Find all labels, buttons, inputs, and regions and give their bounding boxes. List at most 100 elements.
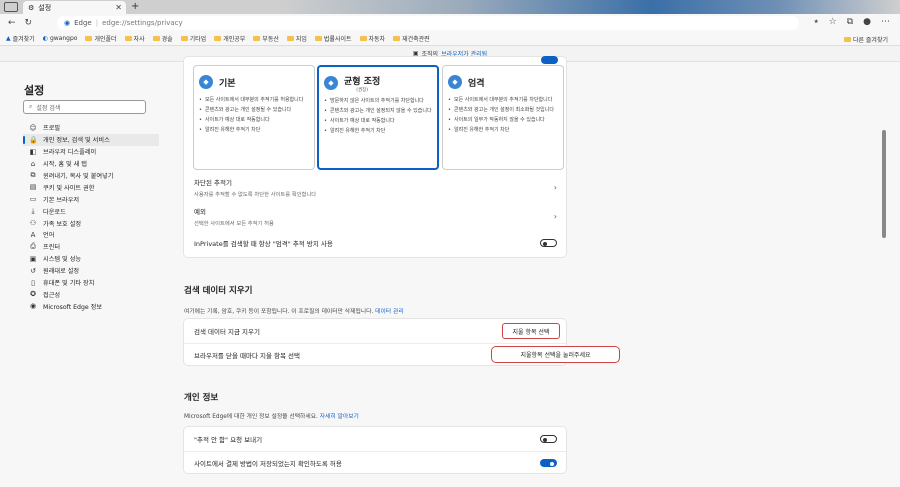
sidebar-item[interactable]: ▤ 쿠키 및 사이트 권한 [23, 181, 159, 193]
privacy-desc: Microsoft Edge에 대한 개인 정보 설정을 선택하세요. 자세히 … [184, 411, 359, 420]
tracking-level-bullet: 사이트가 예상 대로 작동합니다 [199, 117, 309, 124]
refresh-icon[interactable]: ↻ [25, 18, 33, 28]
bookmark-item[interactable]: 부동산 [253, 34, 279, 43]
sidebar-item[interactable]: ☺ 프로필 [23, 122, 159, 134]
new-tab-button[interactable]: + [131, 1, 139, 13]
folder-icon [214, 36, 222, 41]
sidebar-item[interactable]: A 언어 [23, 229, 159, 241]
sidebar-item[interactable]: ⎙ 프린터 [23, 241, 159, 253]
other-favorites-label: 다른 즐겨찾기 [852, 37, 888, 44]
profile-avatar-icon[interactable]: ● [863, 17, 871, 27]
bookmark-item[interactable]: 기타업 [180, 34, 207, 43]
settings-search-input[interactable]: ⌕ 설정 검색 [23, 100, 146, 114]
more-menu-icon[interactable]: ⋯ [881, 17, 890, 27]
bookmark-item[interactable]: 경솔 [152, 34, 173, 43]
page-title: 설정 [24, 84, 45, 97]
bookmark-item[interactable]: 지임 [286, 34, 307, 43]
tracking-level-bullet: 알려진 유해한 추적기 차단 [199, 127, 309, 134]
folder-icon [843, 37, 851, 42]
bookmark-item[interactable]: 자동차 [359, 34, 385, 43]
appearance-icon: ◧ [29, 147, 37, 156]
read-aloud-icon[interactable]: ⭑ [814, 17, 819, 27]
shield-basic-icon: ◆ [199, 75, 213, 89]
bookmark-label: 기타업 [189, 36, 207, 43]
favorites-icon[interactable]: ☆ [829, 17, 837, 27]
back-icon[interactable]: ← [8, 18, 16, 28]
site-icon: ◐ [42, 35, 48, 42]
window-menu-icon[interactable] [4, 2, 18, 12]
tracking-level-bullet: 콘텐츠와 광고는 개인 설정되지 않을 수 있습니다 [324, 108, 432, 115]
close-tab-icon[interactable]: ✕ [115, 3, 122, 12]
clear-on-close-label: 브라우저를 닫을 때마다 지울 항목 선택 [194, 352, 301, 360]
sidebar-item-label: 시작, 홈 및 새 탭 [43, 161, 87, 169]
tracking-level-basic[interactable]: ◆ 기본모든 사이트에서 대부분의 추적기를 허용합니다콘텐츠와 광고는 개인 설… [193, 65, 315, 170]
share-icon: ⧉ [30, 171, 36, 179]
sidebar-item-label: 쿠키 및 사이트 권한 [43, 184, 95, 192]
sidebar-item[interactable]: ↺ 원래대로 설정 [23, 265, 159, 277]
sidebar-item[interactable]: ▭ 기본 브라우저 [23, 193, 159, 205]
bookmark-item[interactable]: 개인폴더 [85, 34, 117, 43]
tracking-level-bullet: 사이트의 일부가 작동하지 않을 수 있습니다 [448, 117, 558, 124]
bookmark-item[interactable]: 법률사이트 [314, 34, 352, 43]
tracking-toggle[interactable] [541, 56, 558, 64]
dnt-toggle[interactable] [540, 435, 557, 443]
start-icon: ⌂ [30, 159, 36, 168]
learn-more-link[interactable]: 자세히 알아보기 [320, 414, 359, 420]
tracking-level-bullet: 사이트가 예상 대로 작동합니다 [324, 118, 432, 125]
sidebar-item[interactable]: ⤓ 다운로드 [23, 205, 159, 217]
address-bar[interactable]: ◉ Edge | edge://settings/privacy [57, 16, 799, 30]
exceptions-row[interactable]: 예외 선택한 사이트에서 모든 추적기 허용 › [184, 203, 566, 229]
clear-data-card: 검색 데이터 지금 지우기 지울 항목 선택 브라우저를 닫을 때마다 지울 항… [183, 318, 620, 366]
bookmark-item[interactable]: 개인공부 [214, 34, 245, 43]
bookmark-item[interactable]: ▲ 즐겨찾기 [6, 34, 35, 43]
bookmark-item[interactable]: ◐ gwangpo [43, 35, 78, 42]
sidebar-item[interactable]: ⚇ 가족 보호 설정 [23, 217, 159, 229]
desktop-background [280, 0, 900, 14]
cookie-icon: ▤ [29, 183, 37, 192]
sidebar-item-label: 개인 정보, 검색 및 서비스 [43, 137, 110, 145]
tracking-level-bullet: 모든 사이트에서 대부분의 추적기를 차단합니다 [448, 97, 558, 104]
chevron-right-icon: › [553, 211, 557, 221]
tracking-level-bullet: 콘텐츠와 광고는 개인 설정이 최소화될 것입니다 [448, 107, 558, 114]
bookmark-item[interactable]: 자사 [124, 34, 145, 43]
sidebar-item[interactable]: ▣ 시스템 및 성능 [23, 253, 159, 265]
sidebar-item[interactable]: ◉ Microsoft Edge 정보 [23, 300, 159, 312]
tracking-level-strict[interactable]: ◆ 엄격모든 사이트에서 대부분의 추적기를 차단합니다콘텐츠와 광고는 개인 설… [442, 65, 564, 170]
other-favorites[interactable]: 다른 즐겨찾기 [843, 35, 888, 44]
family-icon: ⚇ [29, 219, 37, 228]
profile-icon: ☺ [29, 123, 37, 132]
tracking-level-sub: (권장) [356, 87, 369, 93]
sidebar-item[interactable]: 🔒 개인 정보, 검색 및 서비스 [23, 133, 159, 146]
inprivate-strict-label: InPrivate를 검색할 때 항상 "엄격" 추적 방지 사용 [194, 240, 333, 248]
bookmark-label: 경솔 [161, 36, 173, 43]
title-bar: ⚙ 설정 ✕ + [0, 0, 900, 14]
shield-strict-icon: ◆ [448, 75, 462, 89]
sidebar-item[interactable]: ⧉ 윈려내기, 복사 및 붙여넣기 [23, 170, 159, 182]
sidebar-item[interactable]: ▯ 휴대폰 및 기타 장치 [23, 277, 159, 289]
collections-icon[interactable]: ⧉ [847, 17, 853, 27]
tab-settings[interactable]: ⚙ 설정 ✕ [23, 1, 126, 14]
blocked-trackers-row[interactable]: 차단된 추적기 사용자를 추적할 수 없도록 차단한 사이트를 확인합니다 › [184, 174, 566, 200]
choose-what-to-clear-button[interactable]: 지울 항목 선택 [502, 323, 560, 339]
scrollbar[interactable] [882, 130, 886, 238]
language-icon: A [30, 230, 36, 239]
annotation-note: 지울항목 선택을 눌러주세요 [491, 346, 620, 363]
bookmark-item[interactable]: 재건축관련 [393, 34, 430, 43]
manage-data-link[interactable]: 데이터 관리 [375, 309, 404, 315]
sidebar-item[interactable]: ✪ 접근성 [23, 288, 159, 300]
sidebar-item[interactable]: ◧ 브라우저 디스플레이 [23, 146, 159, 158]
tracking-level-balanced[interactable]: ◆ 균형 조정(권장) 방문하지 않은 사이트의 추적기를 차단합니다콘텐츠와 광고… [317, 65, 439, 170]
payment-check-toggle[interactable] [540, 459, 557, 467]
sidebar-item[interactable]: ⌂ 시작, 홈 및 새 탭 [23, 158, 159, 170]
folder-icon [359, 36, 367, 41]
folder-icon [314, 36, 322, 41]
edge-icon: ◉ [64, 19, 71, 27]
chevron-right-icon: › [553, 182, 557, 192]
sidebar-menu: ☺ 프로필 🔒 개인 정보, 검색 및 서비스 ◧ 브라우저 디스플레이 ⌂ 시작, 홈 및 … [23, 122, 159, 312]
sidebar-item-label: 원래대로 설정 [43, 268, 80, 276]
inprivate-strict-toggle[interactable] [540, 239, 557, 247]
folder-icon [180, 36, 188, 41]
sidebar-item-label: 다운로드 [43, 208, 66, 216]
phone-icon: ▯ [31, 278, 35, 287]
sidebar-item-label: 프린터 [43, 244, 61, 252]
